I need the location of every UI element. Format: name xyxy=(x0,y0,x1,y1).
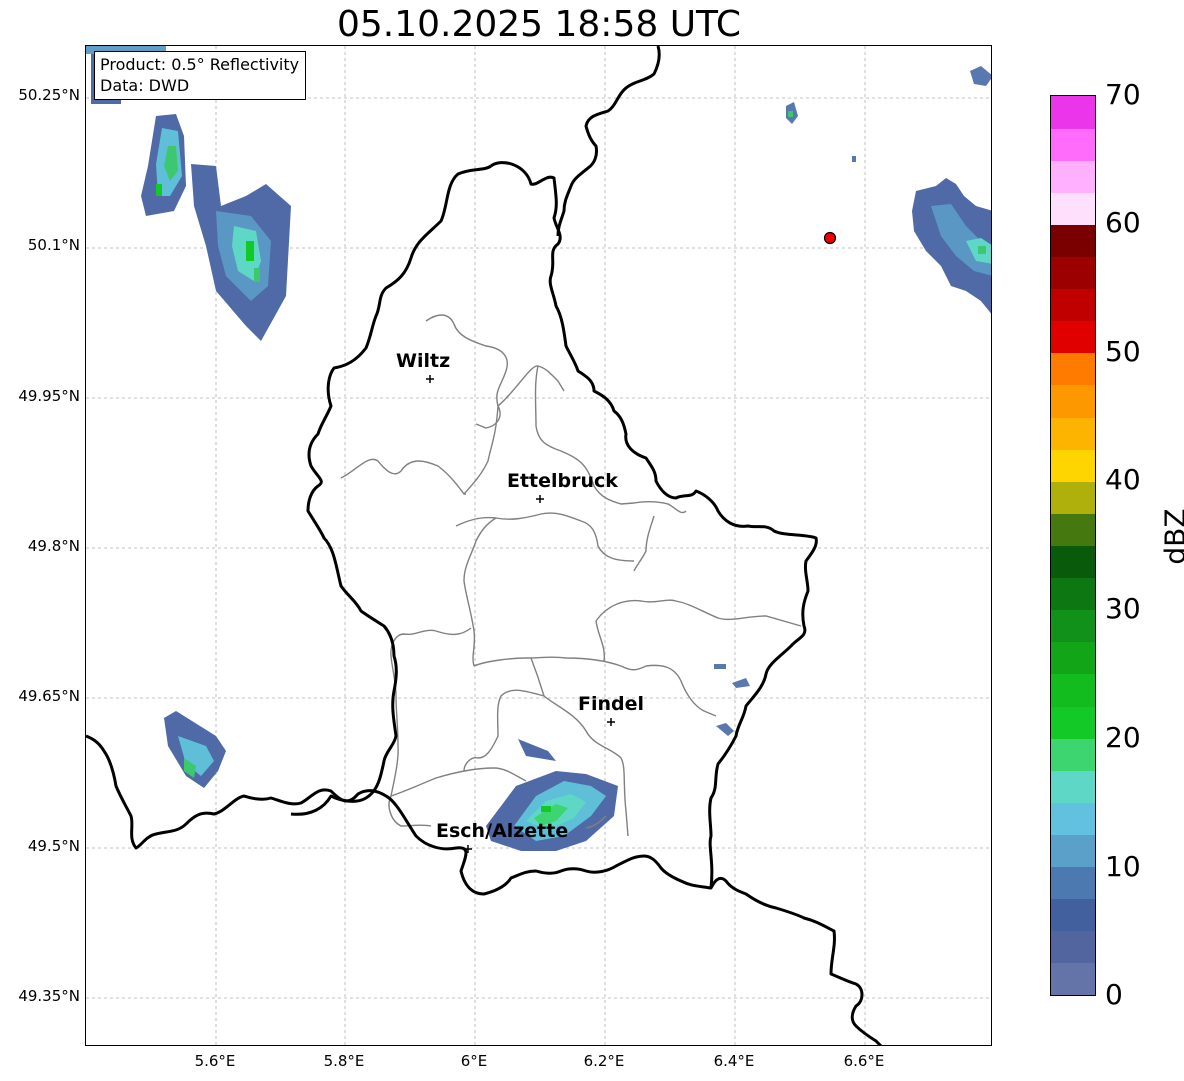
colorbar-segment xyxy=(1051,641,1095,675)
colorbar-tick: 30 xyxy=(1105,592,1141,625)
city-label-esch-alzette: Esch/Alzette xyxy=(436,820,569,842)
colorbar-segment xyxy=(1051,802,1095,835)
colorbar-segment xyxy=(1051,673,1095,707)
lat-label: 50.25°N xyxy=(18,86,80,104)
lon-label: 6.2°E xyxy=(583,1052,625,1070)
colorbar-tick: 10 xyxy=(1105,850,1141,883)
colorbar-segment xyxy=(1051,256,1095,290)
colorbar-segment xyxy=(1051,320,1095,354)
lon-label: 5.8°E xyxy=(323,1052,365,1070)
colorbar-segment xyxy=(1051,192,1095,225)
lat-label: 49.5°N xyxy=(27,837,80,855)
colorbar-tick: 0 xyxy=(1105,978,1123,1011)
colorbar xyxy=(1050,95,1096,996)
colorbar-segment xyxy=(1051,384,1095,418)
colorbar-segment xyxy=(1051,738,1095,771)
colorbar-segment xyxy=(1051,513,1095,546)
lon-label: 6°E xyxy=(460,1052,488,1070)
radar-site-marker[interactable] xyxy=(823,231,837,245)
colorbar-segment xyxy=(1051,930,1095,964)
radar-echoes xyxy=(86,46,991,851)
lat-label: 49.35°N xyxy=(18,987,80,1005)
lon-label: 5.6°E xyxy=(194,1052,236,1070)
colorbar-label: dBZ xyxy=(1158,508,1184,565)
lat-label: 49.95°N xyxy=(18,387,80,405)
colorbar-segment xyxy=(1051,706,1095,739)
colorbar-segment xyxy=(1051,481,1095,514)
colorbar-segment xyxy=(1051,770,1095,803)
city-label-findel: Findel xyxy=(578,693,645,715)
colorbar-segment xyxy=(1051,449,1095,482)
city-label-ettelbruck: Ettelbruck xyxy=(507,470,618,492)
colorbar-segment xyxy=(1051,609,1095,643)
colorbar-segment xyxy=(1051,866,1095,900)
map-title: 05.10.2025 18:58 UTC xyxy=(336,4,742,45)
colorbar-segment xyxy=(1051,352,1095,386)
colorbar-segment xyxy=(1051,128,1095,161)
colorbar-tick: 60 xyxy=(1105,206,1141,239)
lon-label: 6.4°E xyxy=(713,1052,755,1070)
colorbar-tick: 50 xyxy=(1105,335,1141,368)
colorbar-segment xyxy=(1051,545,1095,579)
colorbar-segment xyxy=(1051,417,1095,450)
lat-label: 49.8°N xyxy=(27,537,80,555)
city-label-wiltz: Wiltz xyxy=(396,350,451,372)
data-source-label: Data: DWD xyxy=(100,76,190,95)
colorbar-segment xyxy=(1051,96,1095,129)
colorbar-segment xyxy=(1051,577,1095,611)
colorbar-segment xyxy=(1051,160,1095,193)
colorbar-segment xyxy=(1051,224,1095,258)
colorbar-tick: 40 xyxy=(1105,463,1141,496)
colorbar-segment xyxy=(1051,898,1095,932)
canton-borders xyxy=(340,314,802,837)
product-label: Product: 0.5° Reflectivity xyxy=(100,55,300,74)
colorbar-segment xyxy=(1051,962,1095,996)
map-canvas xyxy=(86,46,991,1045)
graticule xyxy=(86,46,991,1045)
info-box: Product: 0.5° Reflectivity Data: DWD xyxy=(94,51,307,100)
colorbar-tick: 20 xyxy=(1105,721,1141,754)
colorbar-segment xyxy=(1051,288,1095,322)
colorbar-tick: 70 xyxy=(1105,78,1141,111)
colorbar-segment xyxy=(1051,834,1095,868)
lat-label: 50.1°N xyxy=(27,236,80,254)
radar-map[interactable] xyxy=(85,45,992,1046)
lat-label: 49.65°N xyxy=(18,687,80,705)
lon-label: 6.6°E xyxy=(843,1052,885,1070)
